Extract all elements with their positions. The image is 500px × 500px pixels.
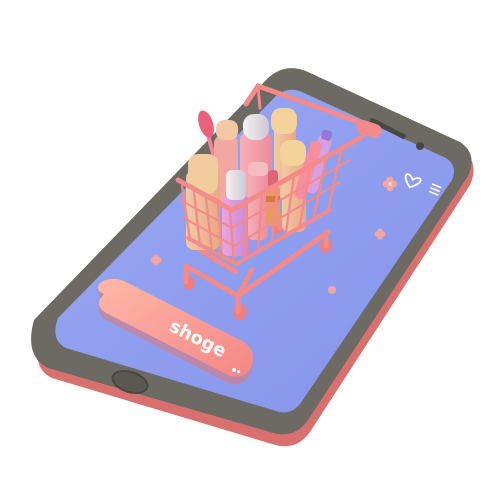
phone-camera	[416, 142, 424, 150]
shopping-app-illustration: shoge	[31, 68, 474, 447]
lipstick	[266, 170, 280, 226]
